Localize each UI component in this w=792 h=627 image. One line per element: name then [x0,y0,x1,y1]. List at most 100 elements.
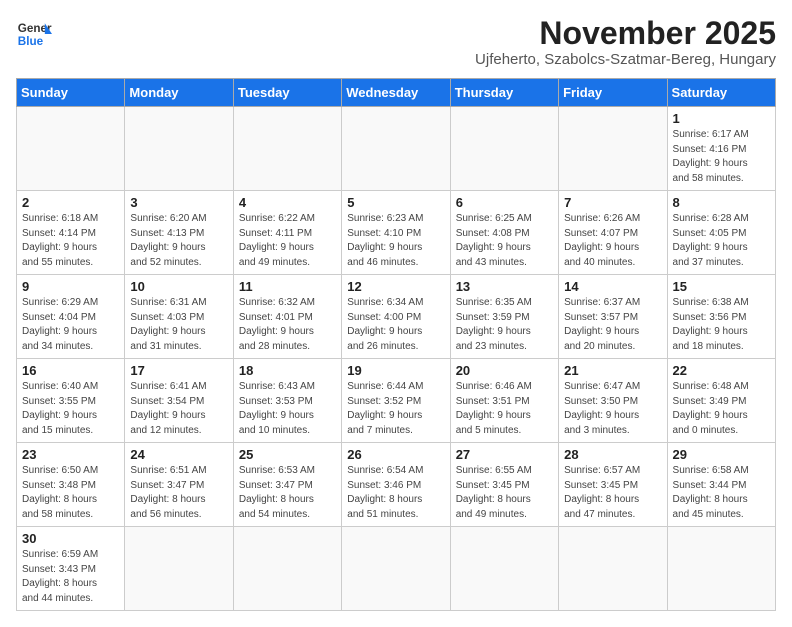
day-number: 15 [673,279,770,294]
day-info: Sunrise: 6:59 AM Sunset: 3:43 PM Dayligh… [22,548,119,606]
calendar-week-row: 2Sunrise: 6:18 AM Sunset: 4:14 PM Daylig… [17,191,776,275]
weekday-header-tuesday: Tuesday [233,79,341,107]
calendar-day-cell: 5Sunrise: 6:23 AM Sunset: 4:10 PM Daylig… [342,191,450,275]
day-info: Sunrise: 6:17 AM Sunset: 4:16 PM Dayligh… [673,128,770,186]
calendar-day-cell: 26 Sunrise: 6:54 AM Sunset: 3:46 PM Dayli… [342,443,450,527]
calendar-day-cell: 18 Sunrise: 6:43 AM Sunset: 3:53 PM Dayli… [233,359,341,443]
weekday-header-sunday: Sunday [17,79,125,107]
page-header: General Blue November 2025 Ujfeherto, Sz… [16,16,776,68]
calendar-day-cell: 6Sunrise: 6:25 AM Sunset: 4:08 PM Daylig… [450,191,558,275]
calendar-day-cell [450,527,558,611]
calendar-day-cell: 8Sunrise: 6:28 AM Sunset: 4:05 PM Daylig… [667,191,775,275]
calendar-week-row: 30 Sunrise: 6:59 AM Sunset: 3:43 PM Dayli… [17,527,776,611]
day-info: Sunrise: 6:50 AM Sunset: 3:48 PM Dayligh… [22,464,119,522]
calendar-day-cell [342,527,450,611]
calendar-day-cell: 9 Sunrise: 6:29 AM Sunset: 4:04 PM Daylig… [17,275,125,359]
calendar-day-cell: 27 Sunrise: 6:55 AM Sunset: 3:45 PM Dayli… [450,443,558,527]
day-number: 16 [22,363,119,378]
day-info: Sunrise: 6:26 AM Sunset: 4:07 PM Dayligh… [564,212,661,270]
day-info: Sunrise: 6:40 AM Sunset: 3:55 PM Dayligh… [22,380,119,438]
day-info: Sunrise: 6:46 AM Sunset: 3:51 PM Dayligh… [456,380,553,438]
calendar-day-cell: 22 Sunrise: 6:48 AM Sunset: 3:49 PM Dayli… [667,359,775,443]
day-info: Sunrise: 6:53 AM Sunset: 3:47 PM Dayligh… [239,464,336,522]
day-info: Sunrise: 6:43 AM Sunset: 3:53 PM Dayligh… [239,380,336,438]
calendar-day-cell [17,107,125,191]
weekday-header-row: SundayMondayTuesdayWednesdayThursdayFrid… [17,79,776,107]
calendar-week-row: 9 Sunrise: 6:29 AM Sunset: 4:04 PM Daylig… [17,275,776,359]
day-number: 25 [239,447,336,462]
calendar-day-cell: 19Sunrise: 6:44 AM Sunset: 3:52 PM Dayli… [342,359,450,443]
day-info: Sunrise: 6:38 AM Sunset: 3:56 PM Dayligh… [673,296,770,354]
day-number: 23 [22,447,119,462]
day-info: Sunrise: 6:44 AM Sunset: 3:52 PM Dayligh… [347,380,444,438]
calendar-day-cell [559,107,667,191]
calendar-day-cell [667,527,775,611]
day-number: 18 [239,363,336,378]
day-number: 9 [22,279,119,294]
day-info: Sunrise: 6:55 AM Sunset: 3:45 PM Dayligh… [456,464,553,522]
month-title: November 2025 [475,16,776,51]
calendar-day-cell: 3 Sunrise: 6:20 AM Sunset: 4:13 PM Daylig… [125,191,233,275]
day-number: 14 [564,279,661,294]
day-number: 7 [564,195,661,210]
day-number: 1 [673,111,770,126]
calendar-day-cell: 2Sunrise: 6:18 AM Sunset: 4:14 PM Daylig… [17,191,125,275]
day-number: 30 [22,531,119,546]
day-info: Sunrise: 6:47 AM Sunset: 3:50 PM Dayligh… [564,380,661,438]
calendar-day-cell: 20Sunrise: 6:46 AM Sunset: 3:51 PM Dayli… [450,359,558,443]
day-number: 26 [347,447,444,462]
location-title: Ujfeherto, Szabolcs-Szatmar-Bereg, Hunga… [475,51,776,68]
calendar-day-cell: 10 Sunrise: 6:31 AM Sunset: 4:03 PM Dayli… [125,275,233,359]
calendar-day-cell: 11 Sunrise: 6:32 AM Sunset: 4:01 PM Dayli… [233,275,341,359]
day-info: Sunrise: 6:18 AM Sunset: 4:14 PM Dayligh… [22,212,119,270]
day-info: Sunrise: 6:54 AM Sunset: 3:46 PM Dayligh… [347,464,444,522]
day-number: 4 [239,195,336,210]
day-info: Sunrise: 6:31 AM Sunset: 4:03 PM Dayligh… [130,296,227,354]
calendar-day-cell [233,107,341,191]
svg-text:Blue: Blue [18,35,44,48]
generalblue-logo-icon: General Blue [16,16,52,52]
day-info: Sunrise: 6:29 AM Sunset: 4:04 PM Dayligh… [22,296,119,354]
calendar-day-cell: 30 Sunrise: 6:59 AM Sunset: 3:43 PM Dayli… [17,527,125,611]
calendar-table: SundayMondayTuesdayWednesdayThursdayFrid… [16,78,776,611]
calendar-day-cell: 23 Sunrise: 6:50 AM Sunset: 3:48 PM Dayli… [17,443,125,527]
calendar-day-cell [125,107,233,191]
calendar-day-cell: 24Sunrise: 6:51 AM Sunset: 3:47 PM Dayli… [125,443,233,527]
day-number: 6 [456,195,553,210]
calendar-day-cell: 13Sunrise: 6:35 AM Sunset: 3:59 PM Dayli… [450,275,558,359]
day-info: Sunrise: 6:20 AM Sunset: 4:13 PM Dayligh… [130,212,227,270]
calendar-day-cell: 29 Sunrise: 6:58 AM Sunset: 3:44 PM Dayli… [667,443,775,527]
calendar-week-row: 23 Sunrise: 6:50 AM Sunset: 3:48 PM Dayli… [17,443,776,527]
day-info: Sunrise: 6:51 AM Sunset: 3:47 PM Dayligh… [130,464,227,522]
day-number: 17 [130,363,227,378]
calendar-week-row: 16 Sunrise: 6:40 AM Sunset: 3:55 PM Dayli… [17,359,776,443]
day-number: 22 [673,363,770,378]
day-info: Sunrise: 6:48 AM Sunset: 3:49 PM Dayligh… [673,380,770,438]
day-number: 29 [673,447,770,462]
day-number: 10 [130,279,227,294]
calendar-day-cell: 15 Sunrise: 6:38 AM Sunset: 3:56 PM Dayli… [667,275,775,359]
calendar-day-cell: 14Sunrise: 6:37 AM Sunset: 3:57 PM Dayli… [559,275,667,359]
calendar-day-cell [125,527,233,611]
day-info: Sunrise: 6:34 AM Sunset: 4:00 PM Dayligh… [347,296,444,354]
day-number: 21 [564,363,661,378]
calendar-body: 1 Sunrise: 6:17 AM Sunset: 4:16 PM Daylig… [17,107,776,611]
weekday-header-wednesday: Wednesday [342,79,450,107]
logo: General Blue [16,16,52,52]
calendar-day-cell: 1 Sunrise: 6:17 AM Sunset: 4:16 PM Daylig… [667,107,775,191]
day-number: 3 [130,195,227,210]
day-info: Sunrise: 6:58 AM Sunset: 3:44 PM Dayligh… [673,464,770,522]
day-number: 27 [456,447,553,462]
calendar-day-cell [559,527,667,611]
day-number: 13 [456,279,553,294]
day-number: 11 [239,279,336,294]
calendar-day-cell: 21 Sunrise: 6:47 AM Sunset: 3:50 PM Dayli… [559,359,667,443]
day-info: Sunrise: 6:23 AM Sunset: 4:10 PM Dayligh… [347,212,444,270]
day-info: Sunrise: 6:32 AM Sunset: 4:01 PM Dayligh… [239,296,336,354]
calendar-day-cell [450,107,558,191]
day-info: Sunrise: 6:22 AM Sunset: 4:11 PM Dayligh… [239,212,336,270]
day-info: Sunrise: 6:57 AM Sunset: 3:45 PM Dayligh… [564,464,661,522]
calendar-day-cell [233,527,341,611]
calendar-day-cell: 7 Sunrise: 6:26 AM Sunset: 4:07 PM Daylig… [559,191,667,275]
calendar-week-row: 1 Sunrise: 6:17 AM Sunset: 4:16 PM Daylig… [17,107,776,191]
